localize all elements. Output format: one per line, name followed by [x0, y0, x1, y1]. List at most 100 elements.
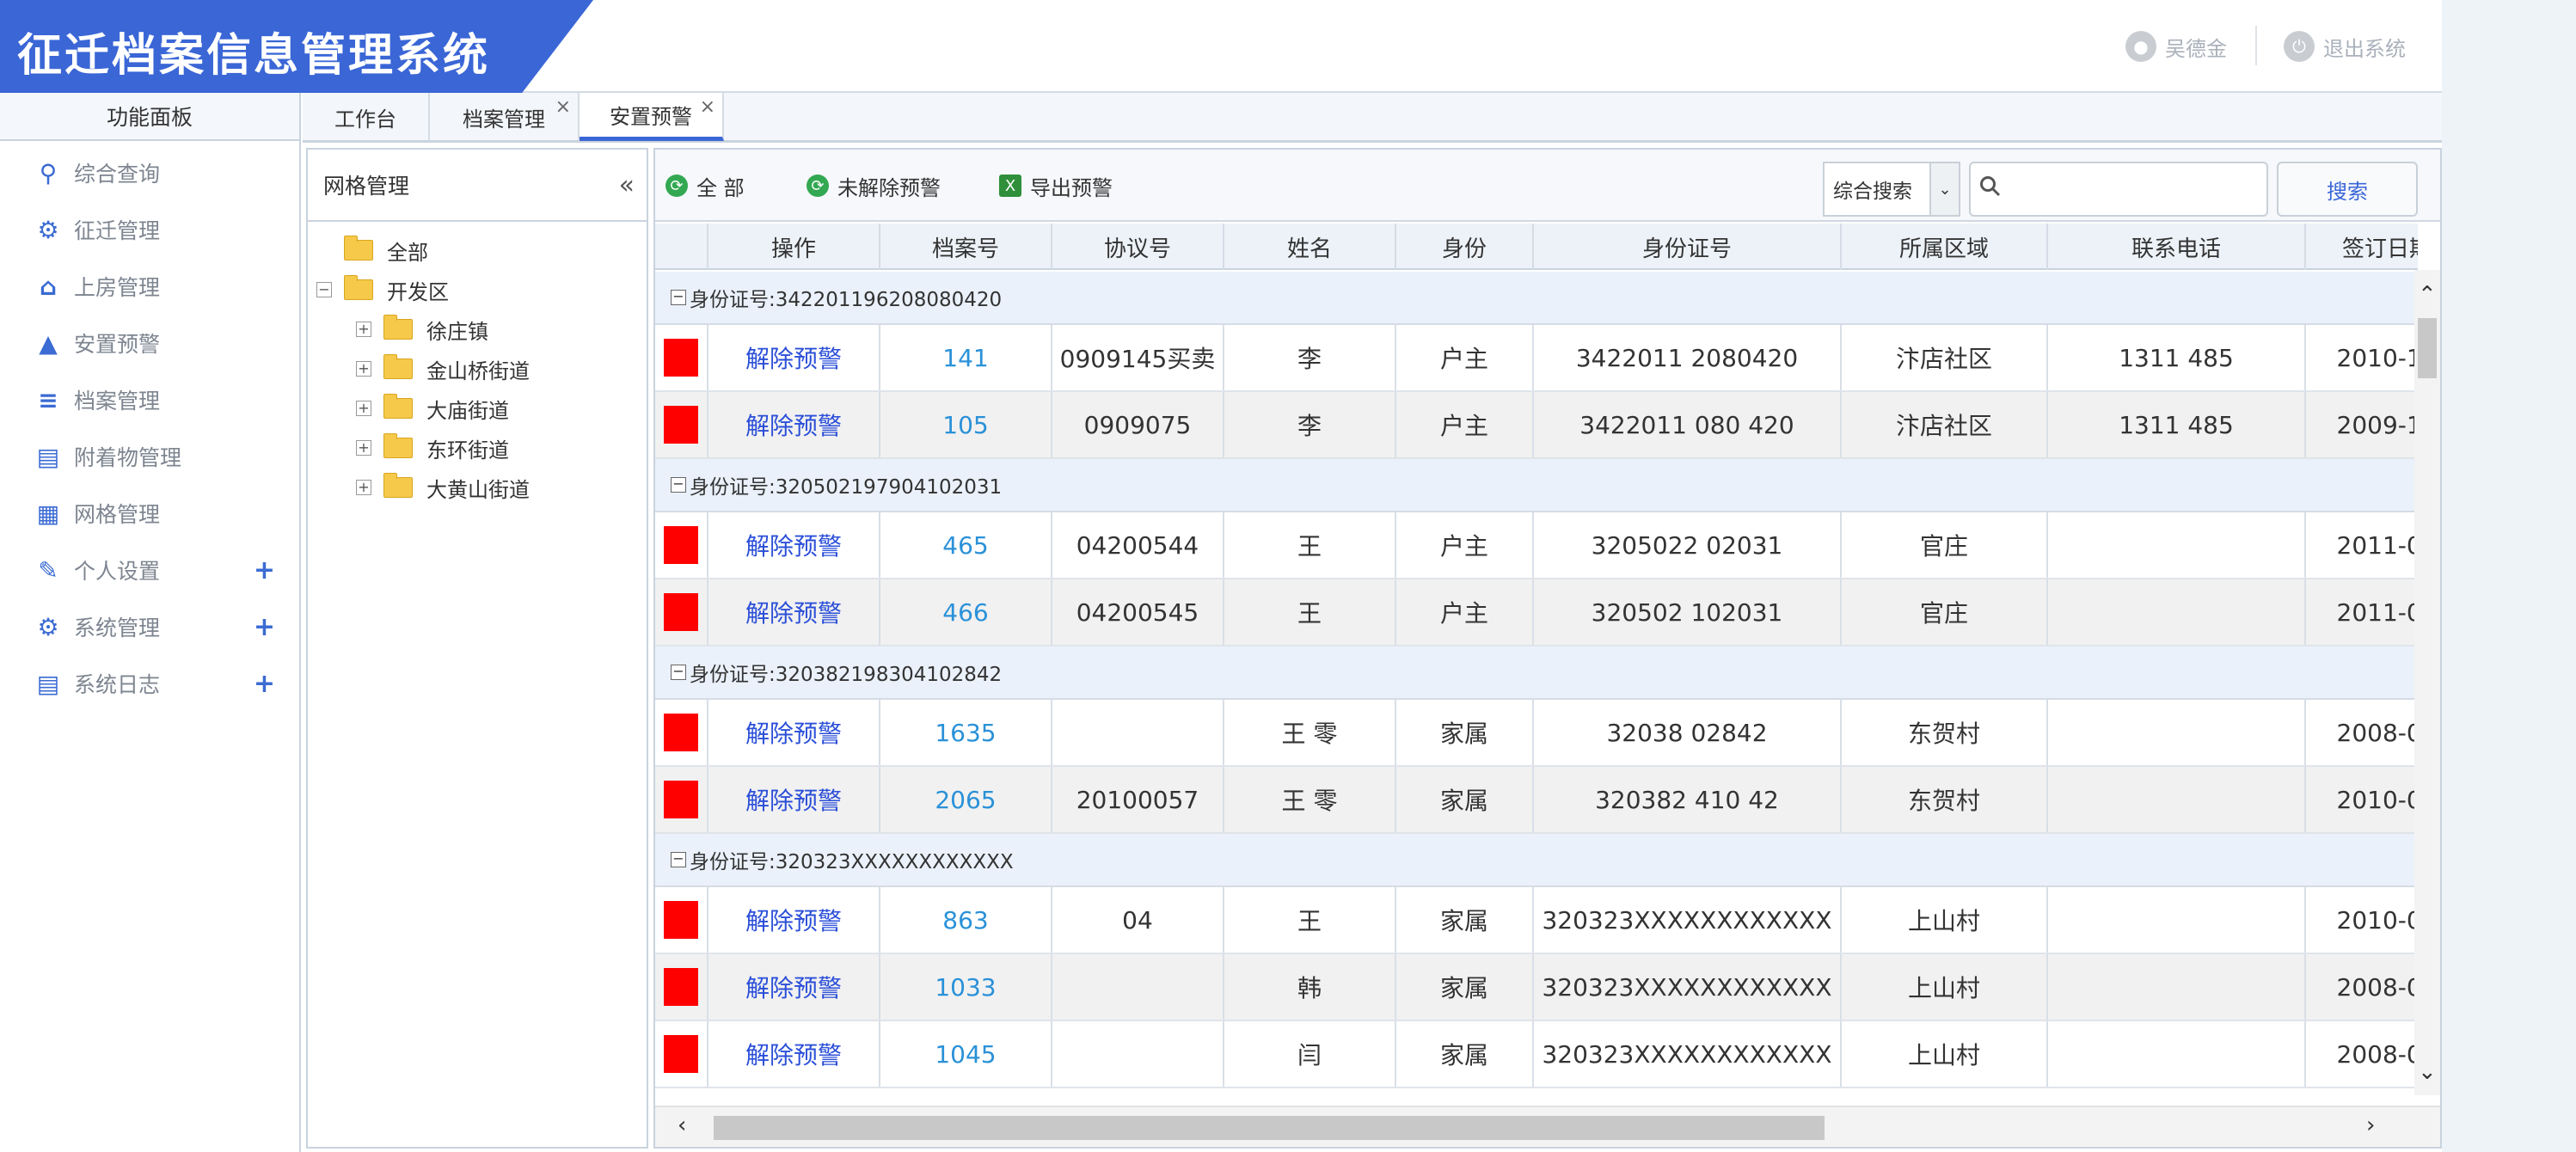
logout-button[interactable]: ⏻ 退出系统 [2284, 29, 2406, 64]
tab-archive-management[interactable]: 档案管理 × [430, 93, 580, 141]
cell-file-no[interactable]: 141 [880, 325, 1052, 390]
table-row[interactable]: 解除预警46604200545王户主320502 102031官庄 2011-07 [655, 579, 2418, 646]
expand-toggle-icon[interactable]: + [356, 322, 371, 337]
expand-toggle-icon[interactable]: + [356, 440, 371, 456]
table-row[interactable]: 解除预警86304王家属320323XXXXXXXXXXXX上山村 2010-04 [655, 887, 2418, 954]
expand-plus-icon[interactable]: + [254, 669, 275, 699]
table-row[interactable]: 解除预警1033 韩家属320323XXXXXXXXXXXX上山村 2008-03 [655, 954, 2418, 1021]
table-row[interactable]: 解除预警46504200544王户主3205022 02031官庄 2011-07 [655, 512, 2418, 579]
resolve-warning-link[interactable]: 解除预警 [708, 579, 880, 645]
sidebar-item[interactable]: ▤ 系统日志 + [0, 657, 299, 710]
cell-id-no: 320502 102031 [1534, 579, 1842, 645]
collapse-toggle-icon[interactable]: − [671, 290, 686, 305]
tree-node[interactable]: + 大庙街道 [356, 389, 509, 428]
chevron-down-icon[interactable]: ⌄ [1929, 163, 1959, 215]
resolve-warning-link[interactable]: 解除预警 [708, 954, 880, 1020]
group-row[interactable]: − 身份证号:342201196208080420 [655, 272, 2418, 325]
table-row[interactable]: 解除预警 105 0909075 李户主 3422011 080 420 汴店社区 1311… [655, 392, 2418, 459]
expand-toggle-icon[interactable]: + [356, 361, 371, 377]
sidebar-item[interactable]: ⚲ 综合查询 [0, 146, 299, 199]
expand-toggle-icon[interactable]: + [356, 480, 371, 495]
grid-column-header[interactable]: 联系电话 [2048, 224, 2306, 270]
cell-file-no[interactable]: 466 [880, 579, 1052, 645]
close-icon[interactable]: × [555, 96, 571, 118]
sidebar-item[interactable]: ⚙ 征迁管理 [0, 203, 299, 256]
sidebar-item[interactable]: ⌂ 上房管理 [0, 260, 299, 313]
collapse-toggle-icon[interactable]: − [316, 282, 332, 297]
cell-file-no[interactable]: 1635 [880, 700, 1052, 765]
unresolved-warning-button[interactable]: ⟳ 未解除预警 [807, 170, 941, 201]
table-row[interactable]: 解除预警 2065 20100057 王 零家属 320382 410 42 东贺村 201… [655, 767, 2418, 834]
cell-file-no[interactable]: 105 [880, 392, 1052, 457]
sidebar-item[interactable]: ▦ 网格管理 [0, 487, 299, 540]
search-input[interactable] [1969, 162, 2268, 217]
cell-date: 2010-04 [2306, 887, 2419, 953]
vertical-scroll-thumb[interactable] [2418, 318, 2437, 378]
tab-workbench[interactable]: 工作台 [303, 93, 430, 141]
cell-file-no[interactable]: 465 [880, 512, 1052, 578]
tree-node[interactable]: + 金山桥街道 [356, 349, 530, 389]
group-row[interactable]: − 身份证号:320323XXXXXXXXXXXX [655, 834, 2418, 887]
cell-file-no[interactable]: 2065 [880, 767, 1052, 832]
folder-icon [344, 236, 373, 260]
table-row[interactable]: 解除预警 141 0909145买卖李户主 3422011 2080420 汴店社区 13… [655, 325, 2418, 392]
tree-node[interactable]: + 大黄山街道 [356, 468, 530, 507]
warning-flag-cell [655, 325, 708, 390]
user-menu[interactable]: ● 吴德金 [2125, 29, 2227, 64]
resolve-warning-link[interactable]: 解除预警 [708, 700, 880, 765]
sidebar-item[interactable]: ▤ 附着物管理 [0, 430, 299, 483]
collapse-panel-icon[interactable]: « [619, 170, 635, 200]
grid-column-header[interactable]: 身份证号 [1534, 224, 1842, 270]
close-icon[interactable]: × [700, 96, 715, 118]
collapse-toggle-icon[interactable]: − [671, 852, 686, 867]
grid-column-header[interactable]: 所属区域 [1842, 224, 2048, 270]
tree-node[interactable]: + 东环街道 [356, 428, 509, 468]
cell-phone [2048, 700, 2306, 765]
horizontal-scroll-thumb[interactable] [714, 1116, 1825, 1140]
search-mode-select[interactable]: 综合搜索 ⌄ [1823, 162, 1960, 217]
grid-column-header[interactable]: 签订日期 [2306, 224, 2418, 270]
tree-node-all[interactable]: 全部 [344, 230, 428, 270]
group-row[interactable]: − 身份证号:320502197904102031 [655, 459, 2418, 512]
expand-plus-icon[interactable]: + [254, 555, 275, 585]
show-all-button[interactable]: ⟳ 全 部 [665, 170, 745, 201]
export-warning-button[interactable]: X 导出预警 [999, 170, 1113, 201]
grid-column-header[interactable]: 姓名 [1224, 224, 1396, 270]
expand-toggle-icon[interactable]: + [356, 401, 371, 416]
grid-column-header[interactable]: 身份 [1396, 224, 1534, 270]
resolve-warning-link[interactable]: 解除预警 [708, 1021, 880, 1087]
resolve-warning-link[interactable]: 解除预警 [708, 767, 880, 832]
cell-file-no[interactable]: 1033 [880, 954, 1052, 1020]
tree-node[interactable]: + 徐庄镇 [356, 309, 488, 349]
chevron-right-icon[interactable]: › [2366, 1112, 2375, 1138]
cell-file-no[interactable]: 863 [880, 887, 1052, 953]
horizontal-scrollbar[interactable]: ‹ › [655, 1106, 2440, 1147]
resolve-warning-link[interactable]: 解除预警 [708, 887, 880, 953]
grid-column-header[interactable]: 操作 [708, 224, 880, 270]
chevron-left-icon[interactable]: ‹ [678, 1112, 686, 1138]
resolve-warning-link[interactable]: 解除预警 [708, 512, 880, 578]
cell-file-no[interactable]: 1045 [880, 1021, 1052, 1087]
grid-column-header[interactable]: 档案号 [880, 224, 1052, 270]
table-row[interactable]: 解除预警1045 闫家属320323XXXXXXXXXXXX上山村 2008-04 [655, 1021, 2418, 1088]
warning-flag-icon [664, 901, 698, 939]
sidebar-item[interactable]: ⚙ 系统管理 + [0, 600, 299, 653]
table-row[interactable]: 解除预警1635 王 零家属32038 02842东贺村 2008-03 [655, 700, 2418, 767]
sidebar-item[interactable]: ▲ 安置预警 [0, 316, 299, 370]
grid-column-header[interactable]: 协议号 [1052, 224, 1224, 270]
expand-plus-icon[interactable]: + [254, 612, 275, 642]
chevron-up-icon[interactable]: ⌃ [2418, 282, 2437, 308]
tree-node-root[interactable]: − 开发区 [316, 270, 449, 309]
collapse-toggle-icon[interactable]: − [671, 665, 686, 680]
resolve-warning-link[interactable]: 解除预警 [708, 325, 880, 390]
collapse-toggle-icon[interactable]: − [671, 477, 686, 493]
chevron-down-icon[interactable]: ⌄ [2418, 1059, 2437, 1085]
cell-date: 2011-07 [2306, 512, 2419, 578]
search-button[interactable]: 搜索 [2277, 162, 2418, 217]
tab-resettlement-warning[interactable]: 安置预警 × [580, 93, 724, 141]
vertical-scrollbar[interactable]: ⌃ ⌄ [2414, 270, 2440, 1095]
sidebar-item[interactable]: ✎ 个人设置 + [0, 543, 299, 597]
group-row[interactable]: − 身份证号:32038219830410284​2 [655, 646, 2418, 700]
resolve-warning-link[interactable]: 解除预警 [708, 392, 880, 457]
sidebar-item[interactable]: ≡ 档案管理 [0, 373, 299, 426]
